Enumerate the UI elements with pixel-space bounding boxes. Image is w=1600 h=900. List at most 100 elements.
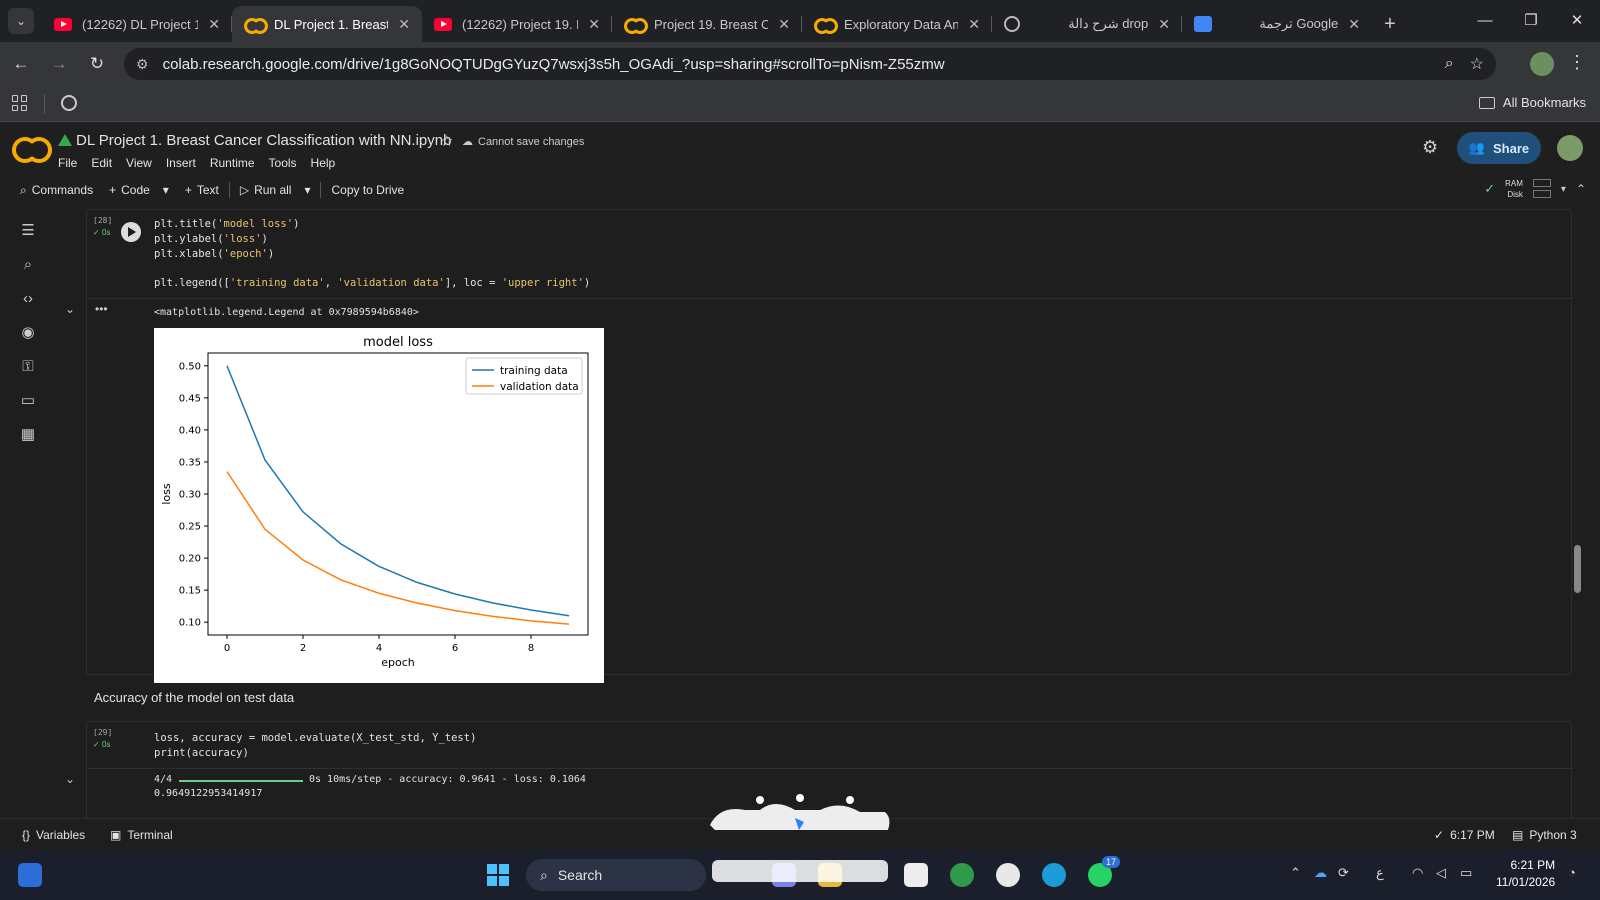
close-icon[interactable]: ✕ xyxy=(778,16,790,33)
keyboard-language[interactable]: ع xyxy=(1376,865,1384,881)
code-line[interactable]: print(accuracy) xyxy=(154,747,249,759)
add-text-button[interactable]: + Text xyxy=(177,183,227,197)
share-button[interactable]: 👥 Share xyxy=(1457,132,1541,164)
key-icon[interactable]: ⚿ xyxy=(18,357,38,377)
code-line[interactable]: plt.xlabel('epoch') xyxy=(154,248,274,260)
close-icon[interactable]: ✕ xyxy=(398,16,410,33)
terminal-button[interactable]: ▣ Terminal xyxy=(110,828,173,842)
saved-status[interactable]: ✓ 6:17 PM xyxy=(1434,828,1495,842)
menu-view[interactable]: View xyxy=(126,156,152,170)
close-icon[interactable]: ✕ xyxy=(588,16,600,33)
back-icon[interactable]: ← xyxy=(4,47,38,81)
profile-avatar[interactable] xyxy=(1530,52,1554,76)
sync-icon[interactable]: ⟳ xyxy=(1338,865,1349,881)
tab-6[interactable]: شرح دالة drop ✕ xyxy=(992,6,1182,42)
output-actions-dots-icon[interactable]: ••• xyxy=(95,302,108,316)
windows-start-icon[interactable] xyxy=(487,864,509,886)
code-cell-29[interactable]: [29] ✓ 0s loss, accuracy = model.evaluat… xyxy=(65,721,1573,818)
runtime-status[interactable]: ▤ Python 3 xyxy=(1512,828,1577,842)
onedrive-icon[interactable]: ☁ xyxy=(1314,865,1327,881)
chrome-icon[interactable] xyxy=(950,863,974,887)
find-replace-icon[interactable]: ⌕ xyxy=(18,255,38,275)
tray-chevron-icon[interactable]: ⌃ xyxy=(1290,865,1301,881)
file-explorer-icon[interactable] xyxy=(818,863,842,887)
chevron-down-icon[interactable]: ▾ xyxy=(1561,184,1566,195)
commands-button[interactable]: ⌕ Commands xyxy=(12,183,101,198)
taskbar-clock[interactable]: 6:21 PM 11/01/2026 xyxy=(1496,857,1555,891)
chevron-up-icon[interactable]: ⌃ xyxy=(1576,182,1586,196)
code-line[interactable]: plt.title('model loss') xyxy=(154,218,299,230)
add-code-button[interactable]: + Code ▾ xyxy=(101,183,177,197)
url-field[interactable]: ⚙ colab.research.google.com/drive/1g8GoN… xyxy=(124,48,1496,80)
edge-icon[interactable] xyxy=(1042,863,1066,887)
secrets-eye-icon[interactable]: ◉ xyxy=(18,323,38,343)
code-cell-28[interactable]: [28] ✓ 0s plt.title('model loss') plt.yl… xyxy=(65,209,1573,683)
variables-button[interactable]: {} Variables xyxy=(22,828,85,842)
data-table-icon[interactable]: ▦ xyxy=(18,425,38,445)
tab-7[interactable]: ترجمة Google ✕ xyxy=(1182,6,1372,42)
volume-icon[interactable]: ◁ xyxy=(1436,865,1446,881)
minimize-icon[interactable]: — xyxy=(1462,0,1508,40)
browser-menu-icon[interactable]: ⋮ xyxy=(1568,52,1586,73)
resources-indicator[interactable]: ✓ RAM Disk ▾ ⌃ xyxy=(1484,178,1586,200)
menu-insert[interactable]: Insert xyxy=(166,156,196,170)
widgets-icon[interactable] xyxy=(18,863,42,887)
reload-icon[interactable]: ↻ xyxy=(80,47,114,81)
star-icon[interactable]: ☆ xyxy=(440,132,453,150)
run-cell-button[interactable] xyxy=(121,222,141,242)
colab-logo-icon[interactable] xyxy=(12,137,52,163)
teams-icon[interactable] xyxy=(772,863,796,887)
menu-runtime[interactable]: Runtime xyxy=(210,156,255,170)
close-icon[interactable]: ✕ xyxy=(1348,16,1360,33)
notebook-title[interactable]: DL Project 1. Breast Cancer Classificati… xyxy=(76,132,451,149)
chart-title: model loss xyxy=(363,335,433,350)
chatgpt-icon[interactable] xyxy=(996,863,1020,887)
microsoft-store-icon[interactable] xyxy=(904,863,928,887)
globe-icon[interactable] xyxy=(61,95,77,111)
tab-search-button[interactable]: ⌄ xyxy=(8,8,34,34)
code-line[interactable]: plt.ylabel('loss') xyxy=(154,233,268,245)
new-tab-button[interactable]: + xyxy=(1372,6,1408,42)
close-icon[interactable]: ✕ xyxy=(1158,16,1170,33)
menu-file[interactable]: File xyxy=(58,156,77,170)
settings-gear-icon[interactable]: ⚙ xyxy=(1422,137,1438,158)
window-close-icon[interactable]: ✕ xyxy=(1554,0,1600,40)
forward-icon[interactable]: → xyxy=(42,47,76,81)
close-icon[interactable]: ✕ xyxy=(968,16,980,33)
all-bookmarks-button[interactable]: All Bookmarks xyxy=(1478,95,1586,110)
tab-3[interactable]: (12262) Project 19. B ✕ xyxy=(422,6,612,42)
collapse-output-chevron-icon[interactable]: ⌄ xyxy=(65,302,75,316)
taskbar-search[interactable]: ⌕ Search xyxy=(526,859,706,891)
avatar[interactable] xyxy=(1557,135,1583,161)
restore-icon[interactable]: ❐ xyxy=(1508,0,1554,40)
menu-edit[interactable]: Edit xyxy=(91,156,112,170)
chevron-down-icon[interactable]: ▾ xyxy=(304,183,310,197)
tab-2-active[interactable]: DL Project 1. Breast C ✕ xyxy=(232,6,422,42)
table-of-contents-icon[interactable]: ☰ xyxy=(18,221,38,241)
site-info-icon[interactable]: ⚙ xyxy=(136,56,149,73)
wifi-icon[interactable]: ◠ xyxy=(1412,865,1423,881)
menu-help[interactable]: Help xyxy=(311,156,336,170)
battery-icon[interactable]: ▭ xyxy=(1460,865,1472,881)
folder-icon[interactable]: ▭ xyxy=(18,391,38,411)
code-snippets-icon[interactable]: ‹› xyxy=(18,289,38,309)
tab-title: (12262) DL Project 1. xyxy=(82,16,199,32)
zoom-icon[interactable]: ⌕ xyxy=(1445,55,1454,73)
tab-5[interactable]: Exploratory Data An ✕ xyxy=(802,6,992,42)
tab-1[interactable]: (12262) DL Project 1. ✕ xyxy=(42,6,232,42)
notifications-icon[interactable]: ◔ xyxy=(1568,865,1576,880)
notebook-scrollbar[interactable] xyxy=(1574,545,1581,593)
menu-tools[interactable]: Tools xyxy=(269,156,297,170)
apps-grid-icon[interactable] xyxy=(12,95,28,111)
tab-4[interactable]: Project 19. Breast Ca ✕ xyxy=(612,6,802,42)
code-line[interactable]: plt.legend(['training data', 'validation… xyxy=(154,277,590,289)
x-axis-label: epoch xyxy=(381,656,415,669)
search-icon: ⌕ xyxy=(20,182,27,197)
collapse-output-chevron-icon[interactable]: ⌄ xyxy=(65,772,75,786)
bookmark-star-icon[interactable]: ☆ xyxy=(1470,54,1484,74)
close-icon[interactable]: ✕ xyxy=(208,16,220,33)
run-all-button[interactable]: ▷ Run all ▾ xyxy=(232,183,319,197)
chevron-down-icon[interactable]: ▾ xyxy=(163,183,169,197)
code-line[interactable]: loss, accuracy = model.evaluate(X_test_s… xyxy=(154,732,476,744)
copy-to-drive-button[interactable]: Copy to Drive xyxy=(323,183,412,197)
